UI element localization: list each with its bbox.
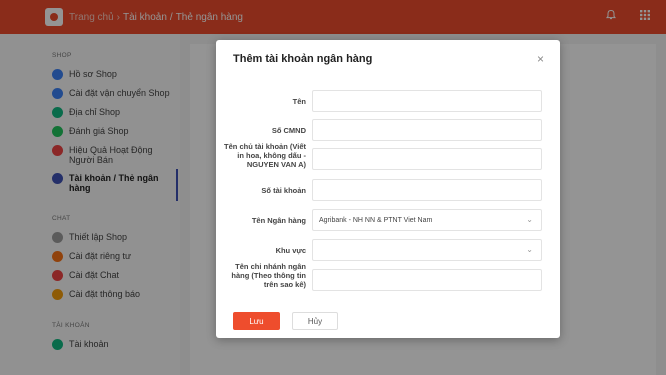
region-label: Khu vực	[275, 246, 306, 255]
add-bank-account-dialog: Thêm tài khoản ngân hàng × Tên Số CMND T…	[216, 40, 560, 338]
dialog-title: Thêm tài khoản ngân hàng	[233, 53, 373, 65]
account-number-label: Số tài khoản	[261, 186, 306, 195]
id-number-label: Số CMND	[271, 126, 306, 135]
region-select[interactable]: ⌄	[312, 239, 542, 261]
name-field[interactable]	[312, 90, 542, 112]
bank-name-label: Tên Ngân hàng	[251, 216, 306, 225]
save-button[interactable]: Lưu	[233, 312, 280, 330]
account-holder-label: Tên chủ tài khoản (Viết in hoa, không dấ…	[224, 142, 306, 169]
close-icon[interactable]: ×	[537, 52, 544, 66]
chevron-down-icon: ⌄	[526, 245, 533, 254]
branch-label: Tên chi nhánh ngân hàng (Theo thông tin …	[231, 262, 306, 289]
name-label: Tên	[292, 97, 306, 106]
account-holder-field[interactable]	[312, 148, 542, 170]
bank-name-value: Agribank - NH NN & PTNT Viet Nam	[319, 216, 433, 224]
chevron-down-icon: ⌄	[526, 215, 533, 224]
id-number-field[interactable]	[312, 119, 542, 141]
account-number-field[interactable]	[312, 179, 542, 201]
bank-name-select[interactable]: Agribank - NH NN & PTNT Viet Nam ⌄	[312, 209, 542, 231]
branch-field[interactable]	[312, 269, 542, 291]
cancel-button[interactable]: Hủy	[292, 312, 338, 330]
